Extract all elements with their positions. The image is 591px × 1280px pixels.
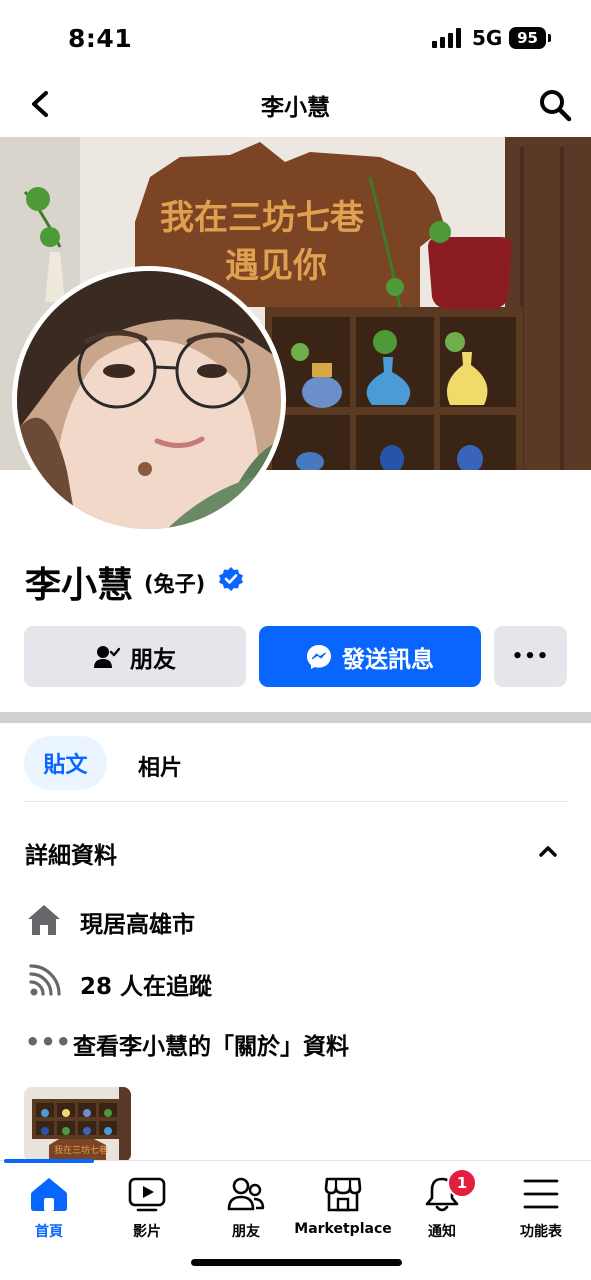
- tabs-divider: [24, 801, 568, 802]
- rss-followers-icon: [29, 964, 61, 996]
- battery-level: 95: [509, 27, 546, 49]
- home-icon: [28, 905, 60, 935]
- battery-icon: 95: [509, 27, 551, 49]
- active-tab-indicator: [4, 1159, 94, 1163]
- friends-button-label: 朋友: [130, 646, 176, 673]
- page-title: 李小慧: [261, 95, 330, 121]
- nav-video[interactable]: 影片: [98, 1176, 196, 1241]
- nav-marketplace[interactable]: Marketplace: [294, 1176, 392, 1237]
- profile-name: 李小慧: [25, 565, 134, 606]
- friends-button[interactable]: 朋友: [24, 626, 246, 687]
- nav-notifications-label: 通知: [428, 1224, 456, 1240]
- cover-sign-line1: 我在三坊七巷: [160, 198, 364, 238]
- lives-in-text: 現居高雄市: [80, 912, 195, 938]
- followers-text: 28 人在追蹤: [80, 974, 213, 1000]
- section-divider: [0, 712, 591, 723]
- friend-check-icon: [94, 645, 120, 668]
- more-options-button[interactable]: •••: [494, 626, 567, 687]
- home-nav-icon: [31, 1178, 67, 1211]
- see-about-link[interactable]: 查看李小慧的「關於」資料: [73, 1027, 349, 1061]
- more-dots-icon: •••: [25, 1028, 72, 1056]
- photo-thumbnail[interactable]: 我在三坊七巷: [24, 1087, 131, 1162]
- nav-friends[interactable]: 朋友: [197, 1176, 295, 1241]
- tab-posts-label: 貼文: [43, 753, 88, 778]
- profile-avatar[interactable]: [12, 266, 286, 534]
- video-nav-icon: [128, 1177, 166, 1212]
- tab-photos[interactable]: 相片: [138, 750, 182, 782]
- nav-menu-label: 功能表: [520, 1224, 562, 1240]
- more-options-icon: •••: [511, 646, 550, 667]
- nav-marketplace-label: Marketplace: [294, 1221, 392, 1237]
- cellular-signal-icon: [432, 28, 461, 48]
- verified-badge-icon: [219, 567, 243, 591]
- status-time: 8:41: [68, 24, 133, 53]
- send-message-button[interactable]: 發送訊息: [259, 626, 481, 687]
- notification-count-badge: 1: [447, 1168, 477, 1198]
- profile-nickname: (兔子): [144, 572, 206, 596]
- nav-video-label: 影片: [133, 1224, 161, 1240]
- search-icon[interactable]: [536, 86, 574, 124]
- details-section-title: 詳細資料: [25, 843, 117, 869]
- nav-menu[interactable]: 功能表: [492, 1176, 590, 1241]
- messenger-icon: [307, 644, 331, 669]
- cover-sign-line2: 遇见你: [225, 246, 327, 286]
- thumbnail-sign-text: 我在三坊七巷: [54, 1144, 108, 1156]
- nav-friends-label: 朋友: [232, 1224, 260, 1240]
- nav-home-label: 首頁: [35, 1224, 63, 1240]
- nav-home[interactable]: 首頁: [0, 1176, 98, 1241]
- chevron-up-icon[interactable]: [537, 842, 559, 860]
- friends-nav-icon: [227, 1177, 265, 1211]
- network-type: 5G: [472, 26, 503, 50]
- marketplace-store-icon: [324, 1177, 362, 1212]
- hamburger-menu-icon: [523, 1179, 559, 1209]
- home-indicator[interactable]: [191, 1259, 402, 1266]
- tab-posts[interactable]: 貼文: [24, 736, 107, 790]
- send-message-label: 發送訊息: [342, 646, 434, 673]
